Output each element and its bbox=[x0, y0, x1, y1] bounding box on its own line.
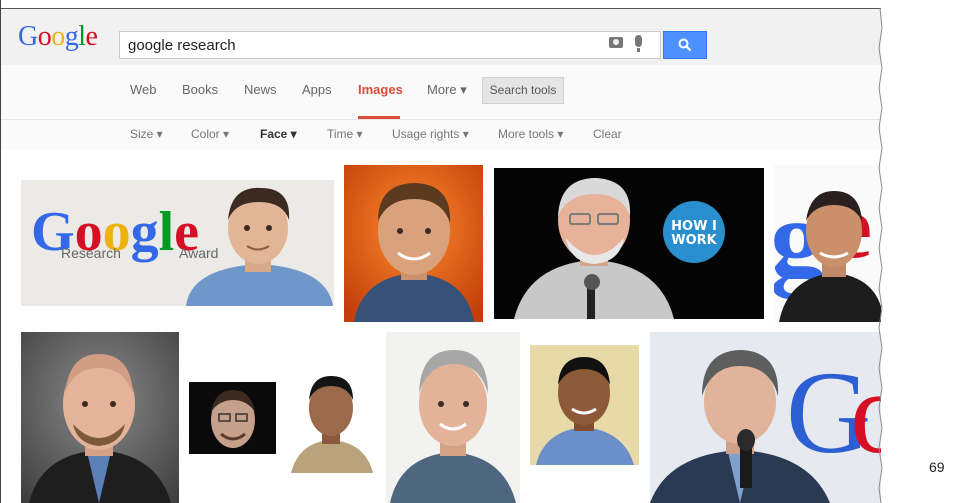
tab-news[interactable]: News bbox=[244, 82, 277, 97]
active-tab-indicator bbox=[358, 116, 400, 119]
tab-more[interactable]: More ▾ bbox=[427, 82, 467, 98]
search-input[interactable]: google research bbox=[119, 31, 661, 59]
filter-face[interactable]: Face ▾ bbox=[260, 127, 297, 141]
torn-edge bbox=[878, 8, 883, 503]
tab-images[interactable]: Images bbox=[358, 82, 403, 97]
search-query: google research bbox=[128, 37, 236, 54]
image-result-6[interactable] bbox=[189, 382, 276, 454]
how-i-work-badge-2: WORK bbox=[671, 233, 717, 248]
filter-clear[interactable]: Clear bbox=[593, 127, 622, 141]
filter-size[interactable]: Size ▾ bbox=[130, 127, 163, 141]
microphone-icon[interactable] bbox=[635, 35, 642, 52]
image-result-9[interactable] bbox=[530, 345, 639, 465]
image-result-3[interactable]: HOW I WORK bbox=[494, 168, 764, 319]
research-award-right: Award bbox=[179, 245, 218, 261]
filter-time[interactable]: Time ▾ bbox=[327, 127, 363, 141]
image-result-1[interactable]: Google Research Award bbox=[21, 180, 334, 306]
search-icon bbox=[678, 38, 692, 52]
search-tools-button[interactable]: Search tools bbox=[482, 77, 564, 104]
image-results-grid: Google Research Award HOW I WORK g G bbox=[1, 150, 881, 503]
image-result-2[interactable] bbox=[344, 165, 483, 322]
google-logo[interactable]: Google bbox=[18, 23, 98, 51]
image-result-4[interactable]: g e bbox=[774, 165, 881, 322]
how-i-work-badge-1: HOW I bbox=[671, 219, 717, 234]
tab-books[interactable]: Books bbox=[182, 82, 218, 97]
image-result-5[interactable] bbox=[21, 332, 179, 503]
slide-page-number: 69 bbox=[929, 459, 945, 475]
search-tabs: Web Books News Apps Images More ▾ bbox=[1, 65, 881, 120]
screenshot-frame: Google google research Web Books News Ap… bbox=[0, 0, 881, 503]
tab-apps[interactable]: Apps bbox=[302, 82, 332, 97]
header-bar: Google google research bbox=[1, 9, 881, 65]
image-result-10[interactable]: G o bbox=[650, 332, 881, 503]
filter-bar: Size ▾ Color ▾ Face ▾ Time ▾ Usage right… bbox=[1, 120, 881, 150]
camera-icon[interactable] bbox=[609, 37, 623, 48]
filter-usage-rights[interactable]: Usage rights ▾ bbox=[392, 127, 469, 141]
search-button[interactable] bbox=[663, 31, 707, 59]
research-award-left: Research bbox=[61, 245, 121, 261]
image-result-7[interactable] bbox=[287, 364, 376, 473]
tab-web[interactable]: Web bbox=[130, 82, 157, 97]
filter-more-tools[interactable]: More tools ▾ bbox=[498, 127, 563, 141]
image-result-8[interactable] bbox=[386, 332, 520, 503]
filter-color[interactable]: Color ▾ bbox=[191, 127, 229, 141]
